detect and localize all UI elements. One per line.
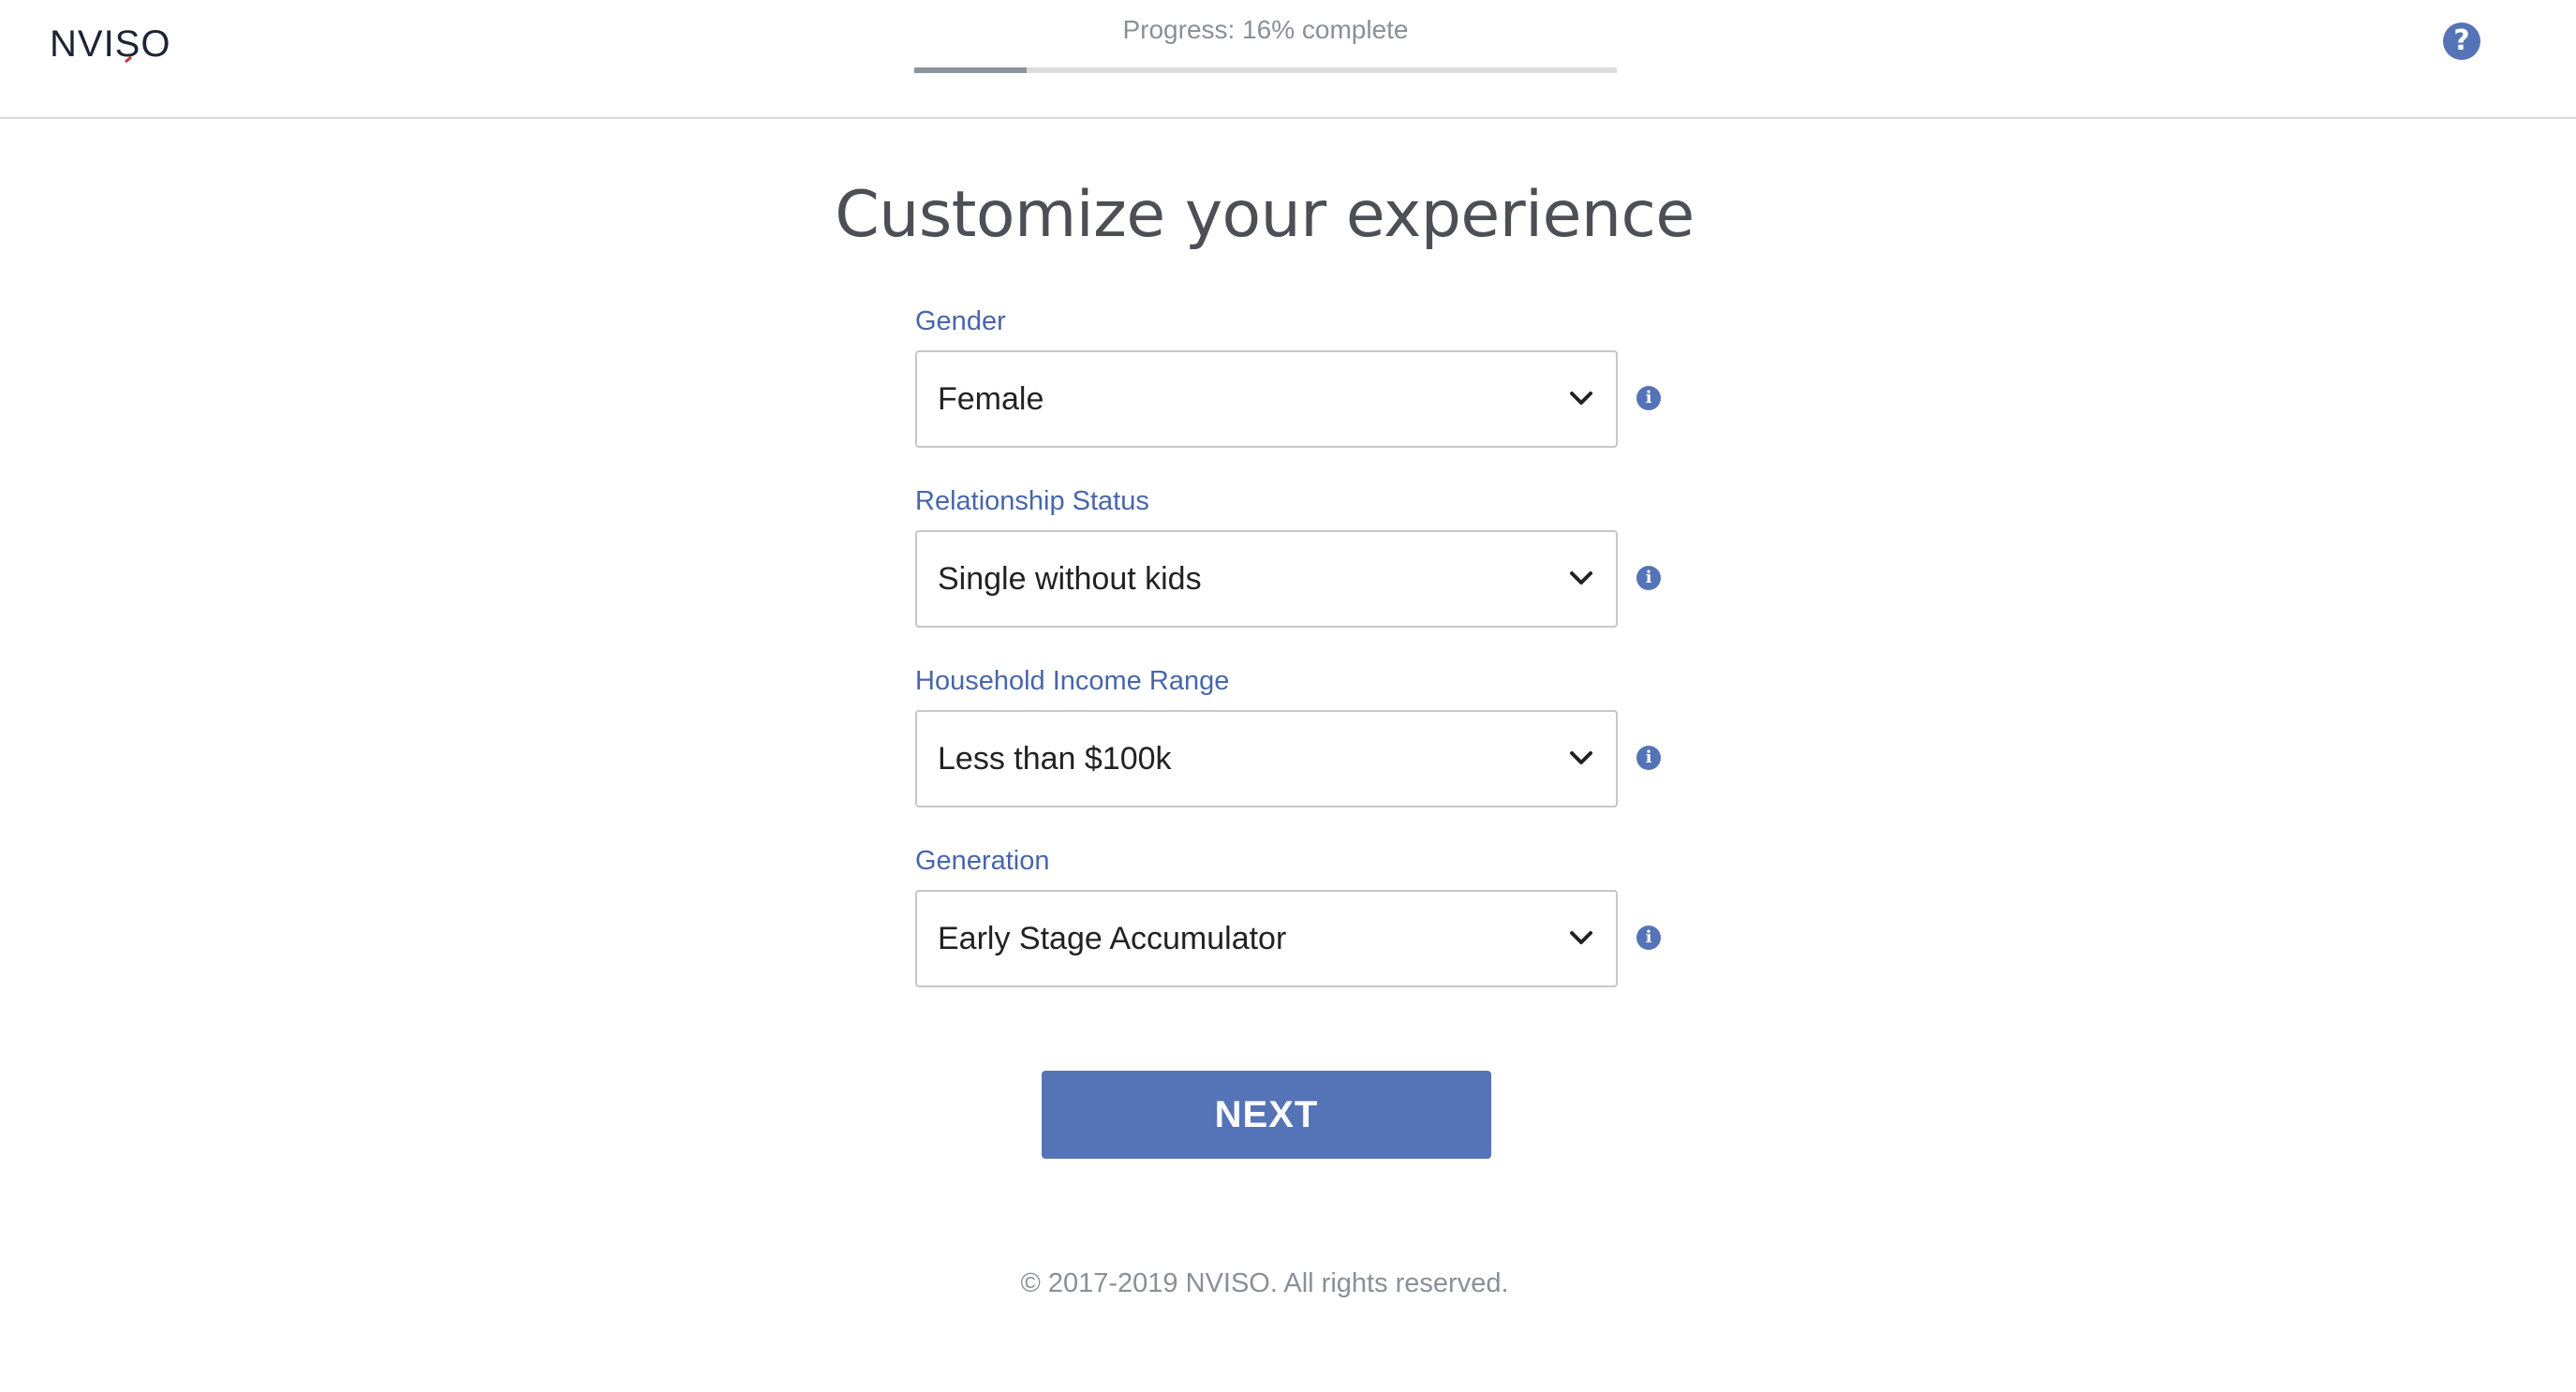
question-circle-icon[interactable]: ? <box>2443 22 2480 60</box>
relationship-status-select-value: Single without kids <box>938 561 1202 597</box>
gender-info-icon[interactable]: i <box>1636 386 1661 410</box>
generation-select-value: Early Stage Accumulator <box>938 921 1287 956</box>
gender-select-value: Female <box>938 381 1044 417</box>
generation-select[interactable]: Early Stage Accumulator <box>915 890 1618 987</box>
chevron-down-icon <box>1570 931 1592 944</box>
relationship-status-select[interactable]: Single without kids <box>915 530 1618 628</box>
logo-text: NVISO <box>50 22 171 65</box>
relationship-status-info-icon[interactable]: i <box>1636 566 1661 590</box>
progress-label: Progress: 16% complete <box>1122 15 1409 44</box>
progress-bar-fill <box>914 67 1027 73</box>
household-income-select[interactable]: Less than $100k <box>915 710 1618 807</box>
top-bar: NVISO Progress: 16% complete ? <box>0 0 2576 119</box>
chevron-down-icon <box>1570 751 1592 764</box>
next-button[interactable]: NEXT <box>1042 1071 1491 1159</box>
page-title: Customize your experience <box>835 178 1695 252</box>
generation-info-icon[interactable]: i <box>1636 926 1661 950</box>
chevron-down-icon <box>1570 571 1592 585</box>
generation-label: Generation <box>915 846 1050 876</box>
copyright-footer: © 2017-2019 NVISO. All rights reserved. <box>1020 1268 1509 1298</box>
gender-select[interactable]: Female <box>915 350 1618 448</box>
gender-label: Gender <box>915 306 1006 336</box>
relationship-status-label: Relationship Status <box>915 486 1149 516</box>
household-income-label: Household Income Range <box>915 666 1230 696</box>
household-income-info-icon[interactable]: i <box>1636 746 1661 770</box>
progress-bar <box>914 67 1617 73</box>
household-income-select-value: Less than $100k <box>938 741 1172 777</box>
nviso-logo[interactable]: NVISO <box>50 21 170 67</box>
chevron-down-icon <box>1570 392 1592 405</box>
